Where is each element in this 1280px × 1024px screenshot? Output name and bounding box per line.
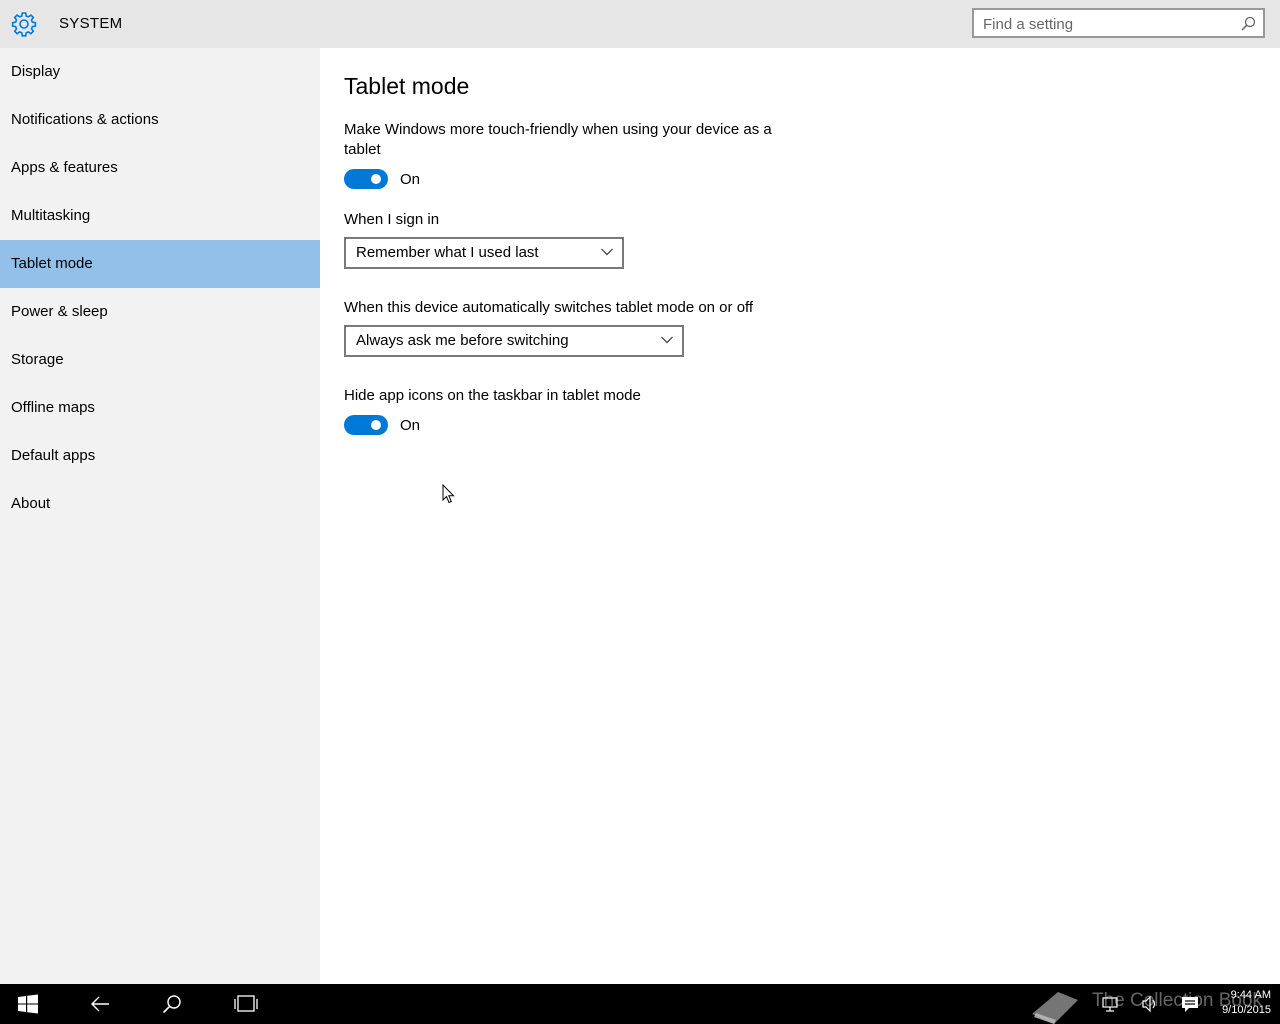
sidebar-item-display[interactable]: Display — [0, 48, 320, 96]
title-bar: SYSTEM — [0, 0, 1280, 48]
action-center-icon[interactable] — [1181, 995, 1199, 1013]
sidebar-item-label: Apps & features — [11, 159, 118, 176]
chevron-down-icon — [661, 336, 673, 344]
windows-logo-icon — [18, 994, 38, 1014]
start-button[interactable] — [4, 984, 52, 1024]
sidebar-item-label: Display — [11, 63, 61, 80]
touch-friendly-label-line2: tablet — [344, 141, 381, 158]
touch-friendly-label-line1: Make Windows more touch-friendly when us… — [344, 121, 772, 138]
volume-icon[interactable] — [1141, 995, 1159, 1013]
auto-switch-value: Always ask me before switching — [356, 332, 569, 349]
clock-time: 9:44 AM — [1230, 989, 1271, 1001]
search-box[interactable] — [972, 8, 1265, 38]
sidebar-item-offline-maps[interactable]: Offline maps — [0, 384, 320, 432]
sidebar-item-notifications[interactable]: Notifications & actions — [0, 96, 320, 144]
sidebar-item-label: Storage — [11, 351, 64, 368]
toggle-knob — [371, 420, 381, 430]
taskbar-search-button[interactable] — [148, 984, 196, 1024]
sidebar: Display Notifications & actions Apps & f… — [0, 48, 320, 984]
sidebar-item-storage[interactable]: Storage — [0, 336, 320, 384]
sign-in-value: Remember what I used last — [356, 244, 539, 261]
hide-icons-state: On — [400, 417, 421, 434]
auto-switch-label: When this device automatically switches … — [344, 299, 754, 316]
sidebar-item-label: Offline maps — [11, 399, 95, 416]
book-icon — [1032, 992, 1078, 1024]
sidebar-item-default-apps[interactable]: Default apps — [0, 432, 320, 480]
sidebar-item-label: Notifications & actions — [11, 111, 159, 128]
app-title: SYSTEM — [59, 15, 123, 32]
task-view-icon — [234, 995, 258, 1012]
task-view-button[interactable] — [220, 984, 268, 1024]
hide-icons-toggle[interactable] — [344, 415, 388, 435]
page-title: Tablet mode — [344, 73, 470, 99]
sign-in-dropdown[interactable]: Remember what I used last — [344, 237, 624, 269]
hide-icons-label: Hide app icons on the taskbar in tablet … — [344, 387, 641, 404]
sidebar-item-label: Power & sleep — [11, 303, 108, 320]
sidebar-item-apps-features[interactable]: Apps & features — [0, 144, 320, 192]
taskbar: The Collection Book 9:44 AM 9/10/2015 — [0, 984, 1280, 1024]
back-button[interactable] — [76, 984, 124, 1024]
search-icon[interactable] — [1241, 16, 1256, 31]
sidebar-item-about[interactable]: About — [0, 480, 320, 528]
sidebar-item-multitasking[interactable]: Multitasking — [0, 192, 320, 240]
sidebar-item-label: About — [11, 495, 51, 512]
gear-icon — [11, 12, 37, 37]
search-icon — [162, 995, 181, 1014]
chevron-down-icon — [601, 248, 613, 256]
sidebar-item-power-sleep[interactable]: Power & sleep — [0, 288, 320, 336]
sidebar-item-label: Multitasking — [11, 207, 91, 224]
sign-in-label: When I sign in — [344, 211, 440, 228]
search-input[interactable] — [983, 14, 1233, 34]
clock-date: 9/10/2015 — [1222, 1004, 1271, 1016]
sidebar-item-tablet-mode[interactable]: Tablet mode — [0, 240, 320, 288]
touch-friendly-toggle[interactable] — [344, 169, 388, 189]
clock[interactable]: 9:44 AM 9/10/2015 — [1222, 988, 1271, 1018]
toggle-knob — [371, 174, 381, 184]
touch-friendly-state: On — [400, 171, 421, 188]
touch-friendly-label: Make Windows more touch-friendly when us… — [344, 120, 772, 160]
sidebar-item-label: Tablet mode — [11, 255, 93, 272]
network-icon[interactable] — [1101, 995, 1119, 1013]
settings-panel: Tablet mode Make Windows more touch-frie… — [320, 48, 1280, 984]
sidebar-item-label: Default apps — [11, 447, 96, 464]
auto-switch-dropdown[interactable]: Always ask me before switching — [344, 325, 684, 357]
back-arrow-icon — [91, 996, 109, 1012]
mouse-cursor-icon — [442, 484, 455, 504]
